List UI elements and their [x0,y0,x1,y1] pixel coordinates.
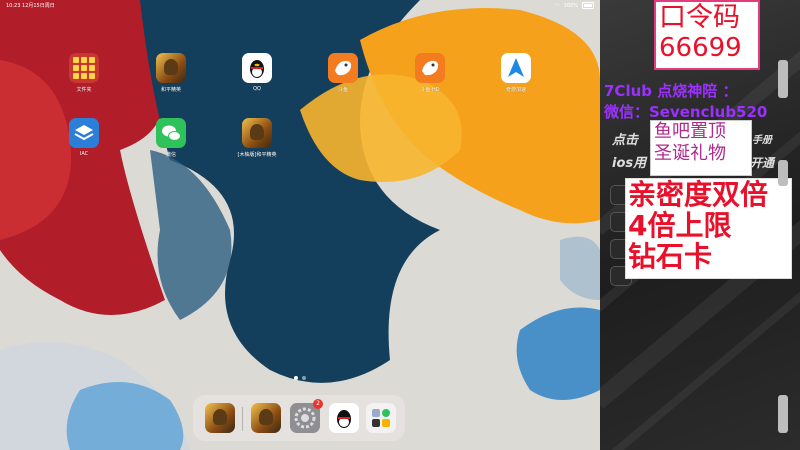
password-label: 口令码 [659,2,740,33]
app-label: 奇游加速 [505,87,526,93]
password-code: 66699 [659,33,742,63]
qq-penguin-icon [242,53,272,83]
app-douyu-hd[interactable]: 斗鱼 HD [407,53,453,93]
stack-icon [69,118,99,148]
status-time: 10:23 [6,3,21,9]
app-qq[interactable]: QQ [234,53,280,92]
app-library-icon[interactable] [366,403,396,433]
app-iac[interactable]: IAC [61,118,107,157]
status-date: 12月15日周日 [22,3,55,9]
dock: 2 [193,395,405,441]
app-peace-elite[interactable]: 和平精英 [148,53,194,93]
page-indicator[interactable] [294,376,306,380]
yuba-gift-line: 圣诞礼物 [654,143,726,164]
folder-icon [69,53,99,83]
wechat-contact: 微信：Sevenclub520 [604,103,768,121]
wechat-icon [156,118,186,148]
app-label: 斗鱼 [337,87,348,93]
app-peace-elite-alt[interactable]: [木柚版]和平精英 [234,118,280,158]
yuba-box: 鱼吧置顶 圣诞礼物 [650,120,752,176]
bonus-box: 亲密度双倍 4倍上限 钻石卡 [625,178,792,279]
dock-game-icon-2[interactable] [251,403,281,433]
app-label: 微信 [165,152,176,158]
app-label: QQ [253,86,261,92]
panel-handle-top[interactable] [778,60,788,98]
bonus-intimacy-double: 亲密度双倍 [628,178,769,211]
dock-game-icon[interactable] [205,403,235,433]
status-bar: 10:23 12月15日周日 ◠ 100% [0,0,600,10]
game-icon [156,53,186,83]
obscured-line-1-end: 手册 [752,135,772,146]
battery-percent: 100% [563,2,578,9]
rocket-a-icon [501,53,531,83]
app-booster[interactable]: 奇游加速 [493,53,539,93]
app-douyu[interactable]: 斗鱼 [320,53,366,93]
obscured-line-2-end: 开通 [750,156,775,170]
game-icon [242,118,272,148]
fish-icon [415,53,445,83]
yuba-top-line: 鱼吧置顶 [654,121,726,142]
obscured-line-2: ios用 [612,156,647,171]
bonus-quadruple-cap: 4倍上限 [628,209,732,242]
settings-badge: 2 [313,399,323,409]
app-label: IAC [79,151,89,157]
ipad-home-screen: 10:23 12月15日周日 ◠ 100% 文件夹 和平精英 QQ 斗鱼 斗鱼 … [0,0,600,450]
app-label: 文件夹 [76,87,92,93]
app-label: 斗鱼 HD [420,87,440,93]
app-label: 和平精英 [160,87,181,93]
app-label: [木柚版]和平精英 [237,152,277,158]
app-wechat[interactable]: 微信 [148,118,194,158]
wifi-icon: ◠ [555,2,560,9]
app-folder[interactable]: 文件夹 [61,53,107,93]
password-box: 口令码 66699 [654,0,760,70]
panel-handle-mid[interactable] [778,160,788,186]
bonus-diamond-card: 钻石卡 [628,240,713,273]
obscured-line-1: 点击 [612,133,639,148]
club-line: 7Club 点烧神陪 ： [604,82,738,100]
dock-qq-icon[interactable] [329,403,359,433]
dock-divider [242,407,243,431]
panel-handle-bottom[interactable] [778,395,788,433]
battery-icon [582,2,594,9]
fish-icon [328,53,358,83]
